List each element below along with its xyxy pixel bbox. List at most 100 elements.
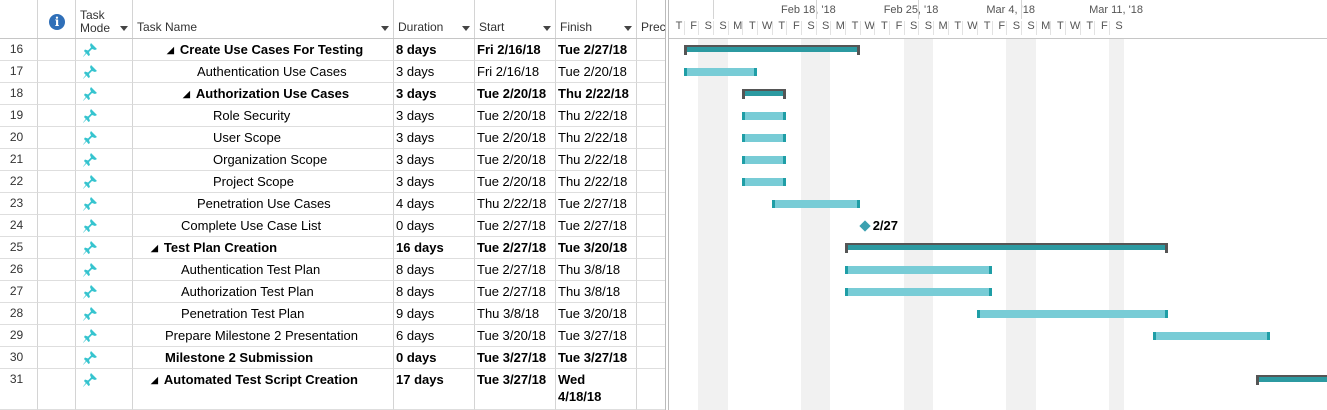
duration-column-header[interactable]: Duration [394, 0, 475, 38]
task-bar[interactable] [977, 310, 1168, 318]
task-name-cell[interactable]: User Scope [133, 127, 394, 149]
finish-cell[interactable]: Tue 3/27/18 [556, 347, 637, 369]
chevron-down-icon[interactable] [624, 26, 632, 31]
chevron-down-icon[interactable] [543, 26, 551, 31]
task-mode-cell[interactable] [76, 149, 133, 171]
duration-cell[interactable]: 8 days [394, 39, 475, 61]
start-cell[interactable]: Tue 3/27/18 [475, 347, 556, 369]
duration-cell[interactable]: 3 days [394, 105, 475, 127]
start-cell[interactable]: Tue 2/27/18 [475, 259, 556, 281]
indicator-cell[interactable] [38, 149, 76, 171]
duration-cell[interactable]: 0 days [394, 215, 475, 237]
task-name-cell[interactable]: Prepare Milestone 2 Presentation [133, 325, 394, 347]
task-bar[interactable] [742, 178, 787, 186]
task-mode-cell[interactable] [76, 39, 133, 61]
task-name-cell[interactable]: Authentication Test Plan [133, 259, 394, 281]
duration-cell[interactable]: 6 days [394, 325, 475, 347]
finish-column-header[interactable]: Finish [556, 0, 637, 38]
predecessors-cell[interactable] [637, 149, 665, 171]
start-cell[interactable]: Tue 2/20/18 [475, 105, 556, 127]
summary-bar[interactable] [1258, 377, 1327, 382]
table-row[interactable]: 21 Organization Scope 3 days Tue 2/20/18 Thu… [0, 149, 665, 171]
task-name-cell[interactable]: Penetration Use Cases [133, 193, 394, 215]
predecessors-cell[interactable] [637, 259, 665, 281]
predecessors-cell[interactable] [637, 237, 665, 259]
row-number[interactable]: 26 [0, 259, 38, 281]
row-number[interactable]: 19 [0, 105, 38, 127]
duration-cell[interactable]: 9 days [394, 303, 475, 325]
indicator-cell[interactable] [38, 369, 76, 410]
start-cell[interactable]: Thu 3/8/18 [475, 303, 556, 325]
start-cell[interactable]: Thu 2/22/18 [475, 193, 556, 215]
task-name-cell[interactable]: Authorization Test Plan [133, 281, 394, 303]
finish-cell[interactable]: Thu 2/22/18 [556, 105, 637, 127]
start-cell[interactable]: Tue 2/20/18 [475, 127, 556, 149]
start-cell[interactable]: Tue 2/20/18 [475, 149, 556, 171]
task-bar[interactable] [742, 134, 787, 142]
finish-cell[interactable]: Tue 3/20/18 [556, 237, 637, 259]
predecessors-cell[interactable] [637, 83, 665, 105]
task-mode-cell[interactable] [76, 369, 133, 410]
table-row[interactable]: 29 Prepare Milestone 2 Presentation 6 days… [0, 325, 665, 347]
start-cell[interactable]: Tue 2/27/18 [475, 215, 556, 237]
task-name-cell[interactable]: Authentication Use Cases [133, 61, 394, 83]
indicator-cell[interactable] [38, 127, 76, 149]
indicator-cell[interactable] [38, 171, 76, 193]
task-mode-cell[interactable] [76, 347, 133, 369]
task-name-cell[interactable]: ◢ Create Use Cases For Testing [133, 39, 394, 61]
predecessors-cell[interactable] [637, 127, 665, 149]
predecessors-cell[interactable] [637, 171, 665, 193]
task-name-cell[interactable]: ◢ Authorization Use Cases [133, 83, 394, 105]
task-mode-cell[interactable] [76, 83, 133, 105]
indicator-cell[interactable] [38, 61, 76, 83]
task-mode-cell[interactable] [76, 105, 133, 127]
task-mode-cell[interactable] [76, 259, 133, 281]
chevron-down-icon[interactable] [381, 26, 389, 31]
duration-cell[interactable]: 8 days [394, 259, 475, 281]
task-name-cell[interactable]: Role Security [133, 105, 394, 127]
task-name-cell[interactable]: Project Scope [133, 171, 394, 193]
indicator-cell[interactable] [38, 325, 76, 347]
table-row[interactable]: 28 Penetration Test Plan 9 days Thu 3/8/18 T… [0, 303, 665, 325]
table-row[interactable]: 30 Milestone 2 Submission 0 days Tue 3/27/1… [0, 347, 665, 369]
duration-cell[interactable]: 3 days [394, 149, 475, 171]
predecessors-cell[interactable] [637, 105, 665, 127]
summary-bar[interactable] [686, 47, 857, 52]
finish-cell[interactable]: Tue 3/20/18 [556, 303, 637, 325]
task-mode-cell[interactable] [76, 127, 133, 149]
task-bar[interactable] [771, 200, 860, 208]
task-name-column-header[interactable]: Task Name [133, 0, 394, 38]
duration-cell[interactable]: 17 days [394, 369, 475, 410]
predecessors-cell[interactable] [637, 303, 665, 325]
summary-bar[interactable] [745, 91, 784, 96]
table-row[interactable]: 25 ◢ Test Plan Creation 16 days Tue 2/27/18 T… [0, 237, 665, 259]
duration-cell[interactable]: 4 days [394, 193, 475, 215]
predecessors-cell[interactable] [637, 325, 665, 347]
row-number[interactable]: 24 [0, 215, 38, 237]
finish-cell[interactable]: Tue 3/27/18 [556, 325, 637, 347]
duration-cell[interactable]: 3 days [394, 61, 475, 83]
finish-cell[interactable]: Thu 2/22/18 [556, 127, 637, 149]
table-row[interactable]: 18 ◢ Authorization Use Cases 3 days Tue 2/20… [0, 83, 665, 105]
row-number[interactable]: 25 [0, 237, 38, 259]
row-number[interactable]: 27 [0, 281, 38, 303]
row-number[interactable]: 28 [0, 303, 38, 325]
start-cell[interactable]: Tue 2/27/18 [475, 281, 556, 303]
row-number[interactable]: 17 [0, 61, 38, 83]
row-number[interactable]: 29 [0, 325, 38, 347]
row-number[interactable]: 21 [0, 149, 38, 171]
indicator-cell[interactable] [38, 193, 76, 215]
finish-cell[interactable]: Tue 2/27/18 [556, 215, 637, 237]
row-number-header[interactable] [0, 0, 38, 38]
finish-cell[interactable]: Thu 2/22/18 [556, 83, 637, 105]
duration-cell[interactable]: 16 days [394, 237, 475, 259]
table-row[interactable]: 26 Authentication Test Plan 8 days Tue 2/27… [0, 259, 665, 281]
predecessors-cell[interactable] [637, 281, 665, 303]
task-bar[interactable] [742, 112, 787, 120]
task-mode-cell[interactable] [76, 215, 133, 237]
row-number[interactable]: 31 [0, 369, 38, 410]
row-number[interactable]: 22 [0, 171, 38, 193]
predecessors-cell[interactable] [637, 193, 665, 215]
finish-cell[interactable]: Wed 4/18/18 [556, 369, 637, 410]
table-row[interactable]: 23 Penetration Use Cases 4 days Thu 2/22/18… [0, 193, 665, 215]
